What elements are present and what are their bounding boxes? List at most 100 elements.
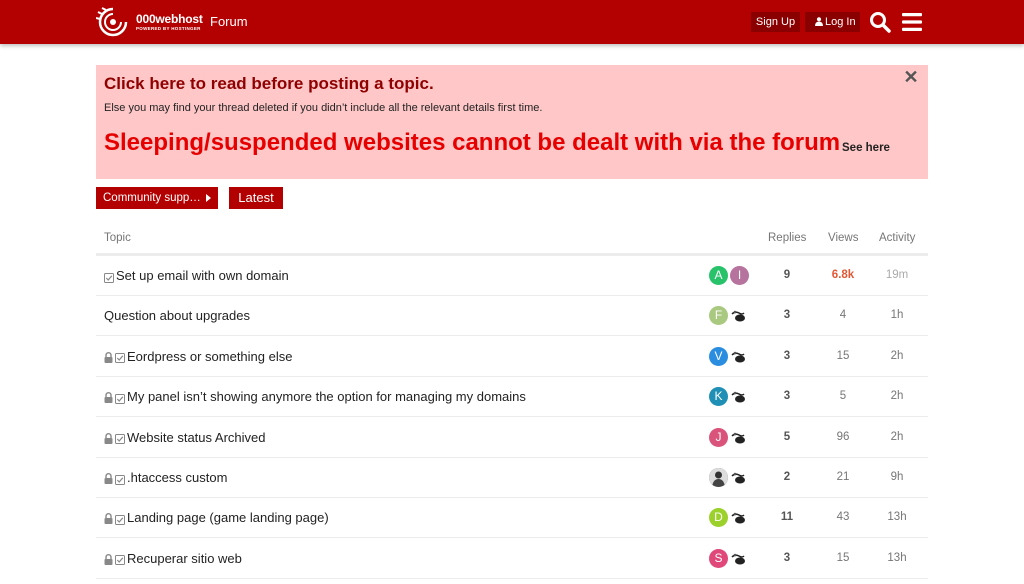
sign-up-button[interactable]: Sign Up — [751, 12, 800, 32]
topic-row: .htaccess custom 2 21 9h — [96, 458, 928, 498]
activity-time[interactable]: 9h — [877, 471, 917, 483]
topic-row: Eordpress or something else V 3 15 2h — [96, 337, 928, 377]
column-topic: Topic — [104, 232, 131, 244]
views-count: 4 — [839, 309, 847, 322]
column-replies[interactable]: Replies — [768, 232, 806, 244]
topic-title-link[interactable]: Website status Archived — [127, 430, 266, 445]
forum-title-link[interactable]: Forum — [210, 14, 248, 29]
logo-tagline: POWERED BY HOSTINGER — [136, 26, 201, 31]
topic-title-wrap: Landing page (game landing page) — [104, 510, 329, 525]
topic-row: Website status Archived J 5 96 2h — [96, 418, 928, 458]
activity-time[interactable]: 13h — [877, 552, 917, 564]
replies-count[interactable]: 3 — [767, 390, 807, 402]
system-bot-avatar-icon[interactable] — [730, 431, 748, 445]
solved-checkbox-icon — [115, 432, 125, 445]
poster-avatar[interactable]: A — [709, 266, 728, 285]
banner-title-link[interactable]: Click here to read before posting a topi… — [104, 74, 434, 94]
activity-time[interactable]: 19m — [877, 269, 917, 281]
topic-title-link[interactable]: .htaccess custom — [127, 470, 227, 485]
banner-headline: Sleeping/suspended websites cannot be de… — [104, 129, 841, 156]
views-count: 43 — [836, 511, 850, 524]
category-dropdown[interactable]: Community supp… — [96, 187, 218, 209]
replies-count[interactable]: 9 — [767, 269, 807, 281]
views-count: 15 — [836, 551, 850, 564]
activity-time[interactable]: 13h — [877, 511, 917, 523]
replies-count[interactable]: 3 — [767, 309, 807, 321]
lock-icon — [104, 553, 113, 565]
topic-title-link[interactable]: Set up email with own domain — [116, 268, 289, 283]
solved-checkbox-icon — [115, 513, 125, 525]
announcement-banner: Click here to read before posting a topi… — [96, 65, 928, 179]
topic-list-header: Topic Replies Views Activity — [96, 224, 928, 256]
replies-count[interactable]: 2 — [767, 471, 807, 483]
log-in-label: Log In — [825, 16, 856, 28]
topic-title-wrap: Set up email with own domain — [104, 268, 289, 283]
site-header: 000webhost POWERED BY HOSTINGER Forum Si… — [0, 0, 1024, 44]
solved-checkbox-icon — [115, 473, 125, 485]
topic-title-wrap: My panel isn’t showing anymore the optio… — [104, 389, 526, 404]
views-count: 21 — [836, 471, 850, 483]
topic-title-wrap: Eordpress or something else — [104, 349, 292, 364]
topic-row: Recuperar sitio web S 3 15 13h — [96, 539, 928, 579]
system-bot-avatar-icon[interactable] — [730, 309, 748, 323]
site-logo[interactable]: 000webhost POWERED BY HOSTINGER — [96, 6, 203, 38]
search-icon[interactable] — [868, 10, 892, 34]
caret-right-icon — [206, 194, 211, 202]
close-icon[interactable]: ✕ — [902, 68, 920, 86]
topic-row: Set up email with own domain A I 9 6.8k 19m — [96, 256, 928, 296]
poster-avatar[interactable]: F — [709, 306, 728, 326]
activity-time[interactable]: 1h — [877, 309, 917, 321]
replies-count[interactable]: 3 — [767, 552, 807, 564]
poster-avatar[interactable]: V — [709, 346, 728, 366]
poster-avatar[interactable]: I — [730, 266, 749, 285]
column-activity[interactable]: Activity — [879, 232, 915, 244]
poster-avatar[interactable] — [709, 468, 728, 487]
poster-avatar[interactable]: S — [709, 548, 728, 568]
topic-title-link[interactable]: Recuperar sitio web — [127, 551, 242, 566]
topic-title-link[interactable]: Eordpress or something else — [127, 349, 292, 364]
activity-time[interactable]: 2h — [877, 431, 917, 443]
lock-icon — [104, 432, 113, 444]
views-count: 5 — [839, 390, 847, 403]
solved-checkbox-icon — [115, 392, 125, 404]
column-views[interactable]: Views — [828, 232, 858, 244]
replies-count[interactable]: 11 — [767, 511, 807, 523]
topic-title-wrap: Website status Archived — [104, 430, 266, 445]
replies-count[interactable]: 5 — [767, 431, 807, 443]
latest-tab[interactable]: Latest — [229, 187, 283, 209]
topic-title-link[interactable]: Question about upgrades — [104, 308, 250, 323]
topic-title-link[interactable]: Landing page (game landing page) — [127, 510, 329, 525]
views-count: 96 — [836, 430, 850, 443]
topic-row: My panel isn’t showing anymore the optio… — [96, 377, 928, 418]
activity-time[interactable]: 2h — [877, 390, 917, 402]
topic-title-link[interactable]: My panel isn’t showing anymore the optio… — [127, 389, 526, 404]
topic-title-wrap: .htaccess custom — [104, 470, 227, 485]
topic-row: Question about upgrades F 3 4 1h — [96, 296, 928, 337]
system-bot-avatar-icon[interactable] — [730, 390, 748, 404]
views-count: 6.8k — [831, 269, 855, 281]
user-icon — [815, 17, 823, 26]
category-label: Community supp… — [103, 192, 201, 204]
poster-avatar[interactable]: K — [709, 387, 728, 407]
solved-checkbox-icon — [115, 553, 125, 566]
poster-avatar[interactable]: D — [709, 508, 728, 528]
system-bot-avatar-icon[interactable] — [730, 471, 748, 485]
activity-time[interactable]: 2h — [877, 350, 917, 362]
logo-name: 000webhost — [136, 12, 203, 26]
replies-count[interactable]: 3 — [767, 350, 807, 362]
topic-title-wrap: Recuperar sitio web — [104, 551, 242, 566]
hamburger-menu-icon[interactable] — [900, 10, 924, 34]
system-bot-avatar-icon[interactable] — [730, 350, 748, 364]
lock-icon — [104, 472, 113, 484]
views-count: 15 — [836, 349, 850, 362]
topic-title-wrap: Question about upgrades — [104, 308, 250, 323]
poster-avatar[interactable]: J — [709, 427, 728, 447]
banner-subtitle: Else you may find your thread deleted if… — [104, 102, 543, 114]
system-bot-avatar-icon[interactable] — [730, 552, 748, 566]
see-here-link[interactable]: See here — [842, 142, 890, 154]
log-in-button[interactable]: Log In — [805, 12, 860, 32]
topic-row: Landing page (game landing page) D 11 43 13h — [96, 498, 928, 539]
lock-icon — [104, 351, 113, 363]
system-bot-avatar-icon[interactable] — [730, 511, 748, 525]
logo-swirl-icon — [96, 7, 128, 37]
